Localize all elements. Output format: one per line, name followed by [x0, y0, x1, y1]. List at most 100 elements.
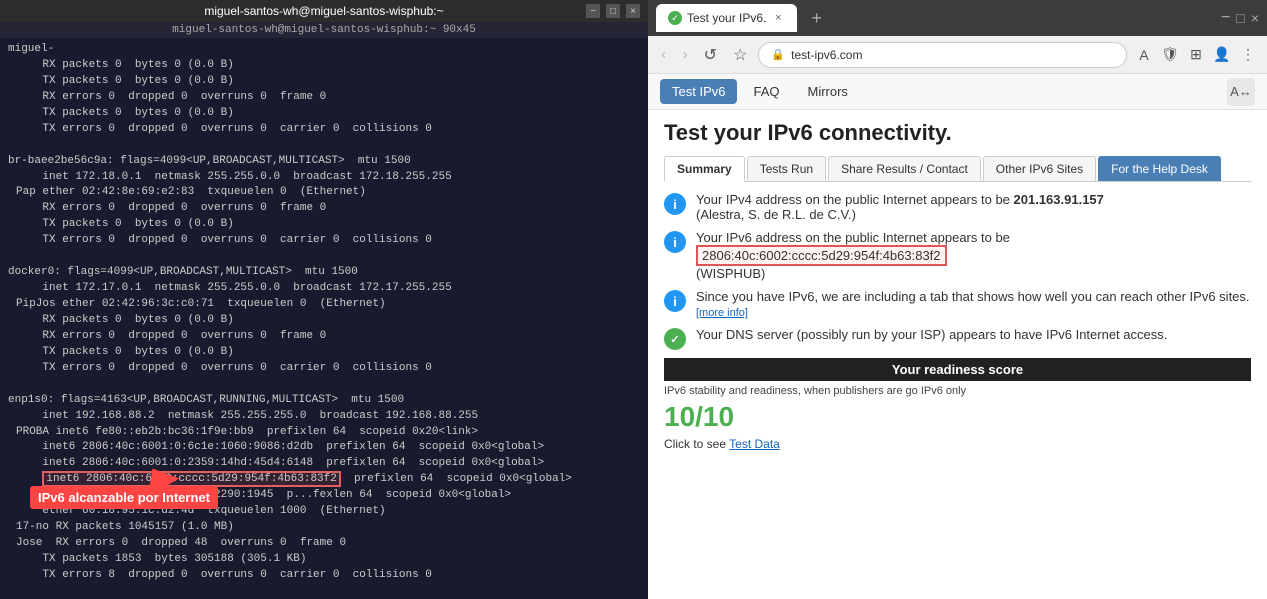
- terminal-titlebar: miguel-santos-wh@miguel-santos-wisphub:~…: [0, 0, 648, 22]
- info-icon-dns: ✓: [664, 328, 686, 350]
- terminal-line: RX packets 0 bytes 0 (0.0 B): [8, 313, 640, 329]
- test-data-link[interactable]: Test Data: [729, 437, 780, 451]
- nav-icons: A 🛡 ⊞ 👤 ⋮: [1133, 44, 1259, 66]
- terminal-line: 17-no RX packets 1045157 (1.0 MB): [8, 520, 640, 536]
- browser-minimize-btn[interactable]: −: [1221, 9, 1230, 27]
- terminal-line: br-baee2be56c9a: flags=4099<UP,BROADCAST…: [8, 154, 640, 170]
- terminal-line: TX errors 8 dropped 0 overruns 0 carrier…: [8, 568, 640, 584]
- terminal-line: inet6 2806:40c:6001:0:2359:14hd:45d4:614…: [8, 456, 640, 472]
- tab-tests-run[interactable]: Tests Run: [747, 156, 826, 181]
- ipv6-address-highlight: inet6 2806:40c:6002:cccc:5d29:954f:4b63:…: [42, 471, 340, 487]
- terminal-line: TX errors 0 dropped 0 overruns 0 carrier…: [8, 361, 640, 377]
- info-card-dns: ✓ Your DNS server (possibly run by your …: [664, 327, 1251, 350]
- new-tab-btn[interactable]: +: [803, 8, 830, 29]
- terminal-line: [8, 138, 640, 154]
- terminal-line: RX errors 0 dropped 0 overruns 0 frame 0: [8, 329, 640, 345]
- info-text-dns: Your DNS server (possibly run by your IS…: [696, 327, 1167, 342]
- terminal-line: RX errors 0 dropped 0 overruns 0 frame 0: [8, 90, 640, 106]
- terminal-window: miguel-santos-wh@miguel-santos-wisphub:~…: [0, 0, 648, 599]
- readiness-bar: Your readiness score: [664, 358, 1251, 381]
- extensions-btn[interactable]: ⊞: [1185, 44, 1207, 66]
- bookmark-btn[interactable]: ☆: [728, 43, 752, 67]
- terminal-line: PipJos ether 02:42:96:3c:c0:71 txqueuele…: [8, 297, 640, 313]
- terminal-line: TX packets 0 bytes 0 (0.0 B): [8, 345, 640, 361]
- info-text-ipv6: Your IPv6 address on the public Internet…: [696, 230, 1010, 281]
- reload-btn[interactable]: ↺: [699, 43, 722, 67]
- site-nav: Test IPv6 FAQ Mirrors A↔: [648, 74, 1267, 110]
- ipv6-label-annotation: IPv6 alcanzable por Internet: [30, 486, 218, 509]
- terminal-line: TX packets 0 bytes 0 (0.0 B): [8, 106, 640, 122]
- window-controls: − □ ×: [586, 4, 640, 18]
- browser-tab-active[interactable]: ✓ Test your IPv6. ×: [656, 4, 797, 32]
- info-icon-ipv6: i: [664, 231, 686, 253]
- site-nav-test-ipv6[interactable]: Test IPv6: [660, 79, 737, 104]
- terminal-line: TX packets 0 bytes 0 (0.0 B): [8, 217, 640, 233]
- click-test-label: Click to see: [664, 437, 726, 451]
- info-card-tab-info: i Since you have IPv6, we are including …: [664, 289, 1251, 319]
- tab-favicon: ✓: [668, 11, 682, 25]
- page-translate-icon[interactable]: A↔: [1227, 78, 1255, 106]
- profile-btn[interactable]: 👤: [1211, 44, 1233, 66]
- lock-icon: 🔒: [771, 48, 785, 61]
- terminal-line: TX packets 1853 bytes 305188 (305.1 KB): [8, 552, 640, 568]
- terminal-line: TX packets 0 bytes 0 (0.0 B): [8, 74, 640, 90]
- site-nav-faq[interactable]: FAQ: [741, 79, 791, 104]
- address-bar[interactable]: 🔒 test-ipv6.com: [758, 42, 1127, 68]
- info-text-ipv4: Your IPv4 address on the public Internet…: [696, 192, 1104, 222]
- browser-titlebar: ✓ Test your IPv6. × + − □ ×: [648, 0, 1267, 36]
- click-test-row: Click to see Test Data: [664, 437, 1251, 451]
- forward-btn[interactable]: ›: [677, 44, 692, 66]
- site-nav-mirrors[interactable]: Mirrors: [795, 79, 859, 104]
- terminal-line: RX errors 0 dropped 0 overruns 0 frame 0: [8, 201, 640, 217]
- terminal-line: Pap ether 02:42:8e:69:e2:83 txqueuelen 0…: [8, 185, 640, 201]
- menu-btn[interactable]: ⋮: [1237, 44, 1259, 66]
- terminal-line: [8, 377, 640, 393]
- browser-maximize-btn[interactable]: □: [1236, 10, 1244, 26]
- shield-btn[interactable]: 🛡: [1159, 44, 1181, 66]
- tab-help-desk[interactable]: For the Help Desk: [1098, 156, 1221, 181]
- terminal-line: docker0: flags=4099<UP,BROADCAST,MULTICA…: [8, 265, 640, 281]
- terminal-line: Jose RX errors 0 dropped 48 overruns 0 f…: [8, 536, 640, 552]
- terminal-subtitle: miguel-santos-wh@miguel-santos-wisphub:~…: [0, 22, 648, 38]
- more-info-link[interactable]: [more info]: [696, 307, 748, 319]
- readiness-score: 10/10: [664, 401, 1251, 433]
- tab-other-ipv6[interactable]: Other IPv6 Sites: [983, 156, 1096, 181]
- tab-summary[interactable]: Summary: [664, 156, 745, 182]
- browser-navbar: ‹ › ↺ ☆ 🔒 test-ipv6.com A 🛡 ⊞ 👤 ⋮: [648, 36, 1267, 74]
- terminal-line: RX packets 0 bytes 0 (0.0 B): [8, 58, 640, 74]
- info-icon-tab: i: [664, 290, 686, 312]
- ipv6-address-display: 2806:40c:6002:cccc:5d29:954f:4b63:83f2: [696, 245, 947, 266]
- terminal-line: miguel-: [8, 42, 640, 58]
- tab-title: Test your IPv6.: [687, 11, 766, 25]
- tab-share-results[interactable]: Share Results / Contact: [828, 156, 981, 181]
- minimize-btn[interactable]: −: [586, 4, 600, 18]
- tab-close-btn[interactable]: ×: [771, 11, 785, 25]
- info-icon-ipv4: i: [664, 193, 686, 215]
- terminal-line: inet 172.17.0.1 netmask 255.255.0.0 broa…: [8, 281, 640, 297]
- close-btn[interactable]: ×: [626, 4, 640, 18]
- page-title: Test your IPv6 connectivity.: [664, 120, 1251, 146]
- browser-window: ✓ Test your IPv6. × + − □ × ‹ › ↺ ☆ 🔒 te…: [648, 0, 1267, 599]
- translate-btn[interactable]: A: [1133, 44, 1155, 66]
- page-body: Test your IPv6 connectivity. Summary Tes…: [648, 110, 1267, 461]
- terminal-title: miguel-santos-wh@miguel-santos-wisphub:~: [204, 4, 443, 18]
- terminal-line: [8, 249, 640, 265]
- terminal-line: TX errors 0 dropped 0 overruns 0 carrier…: [8, 233, 640, 249]
- info-card-ipv6: i Your IPv6 address on the public Intern…: [664, 230, 1251, 281]
- terminal-line: enp1s0: flags=4163<UP,BROADCAST,RUNNING,…: [8, 393, 640, 409]
- content-tabs: Summary Tests Run Share Results / Contac…: [664, 156, 1251, 182]
- terminal-line: TX errors 0 dropped 0 overruns 0 carrier…: [8, 122, 640, 138]
- back-btn[interactable]: ‹: [656, 44, 671, 66]
- url-text: test-ipv6.com: [791, 48, 1114, 62]
- readiness-subtext: IPv6 stability and readiness, when publi…: [664, 385, 1251, 397]
- terminal-line: inet 192.168.88.2 netmask 255.255.255.0 …: [8, 409, 640, 425]
- browser-close-btn[interactable]: ×: [1251, 10, 1259, 26]
- page-content: Test IPv6 FAQ Mirrors A↔ Test your IPv6 …: [648, 74, 1267, 599]
- maximize-btn[interactable]: □: [606, 4, 620, 18]
- info-card-ipv4: i Your IPv4 address on the public Intern…: [664, 192, 1251, 222]
- terminal-line: PROBA inet6 fe80::eb2b:bc36:1f9e:bb9 pre…: [8, 425, 640, 441]
- terminal-line: inet6 2806:40c:6001:0:6c1e:1060:9086:d2d…: [8, 440, 640, 456]
- info-text-tab: Since you have IPv6, we are including a …: [696, 289, 1251, 319]
- terminal-line: [8, 584, 640, 585]
- terminal-line: inet 172.18.0.1 netmask 255.255.0.0 broa…: [8, 170, 640, 186]
